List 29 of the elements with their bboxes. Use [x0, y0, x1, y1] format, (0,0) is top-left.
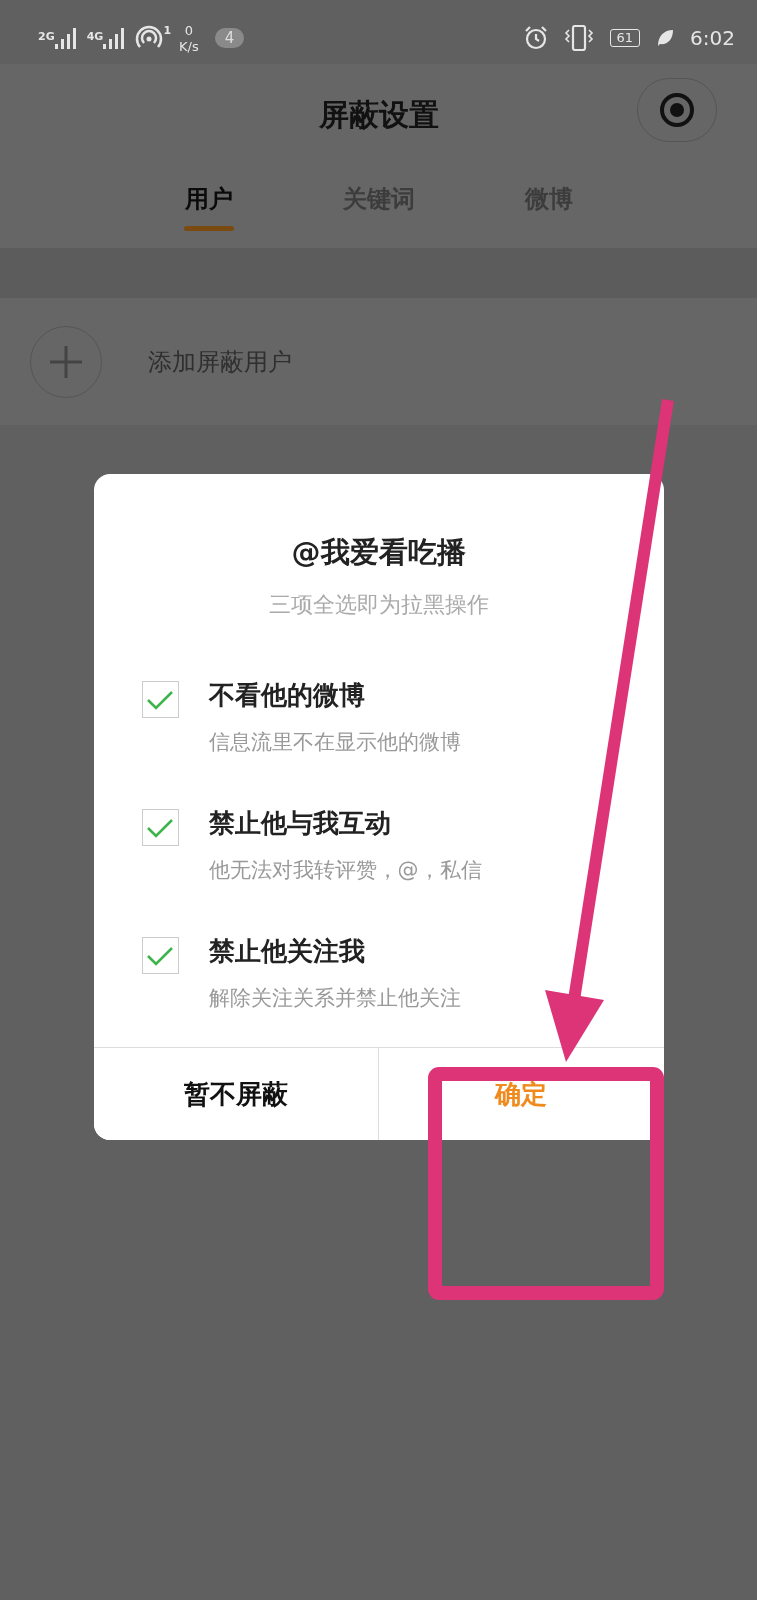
- signal-icon: [54, 27, 79, 49]
- checkbox[interactable]: [141, 809, 179, 846]
- checkbox[interactable]: [141, 937, 179, 974]
- speed-unit: K/s: [179, 39, 199, 53]
- checkmark-icon: [146, 816, 174, 839]
- option-label: 不看他的微博: [208, 679, 366, 712]
- network-type-label: 4G: [86, 31, 104, 42]
- leaf-icon: [656, 28, 675, 48]
- plus-icon: [48, 343, 84, 380]
- option-description: 他无法对我转评赞，@，私信: [208, 857, 482, 884]
- battery-indicator: 61: [609, 29, 641, 47]
- clock-time: 6:02: [690, 25, 735, 52]
- option-label: 禁止他与我互动: [208, 807, 392, 840]
- checkmark-icon: [146, 944, 174, 967]
- option-description: 信息流里不在显示他的微博: [208, 729, 461, 756]
- network-type-label: 2G: [38, 31, 55, 42]
- dialog-subtitle: 三项全选即为拉黑操作: [267, 591, 490, 619]
- option-label: 禁止他关注我: [208, 935, 366, 968]
- vibrate-icon: [563, 25, 594, 51]
- checkmark-icon: [146, 688, 174, 711]
- dialog-title: @我爱看吃播: [290, 534, 467, 571]
- checkbox[interactable]: [141, 681, 179, 718]
- hotspot-count: 1: [163, 25, 172, 36]
- alarm-icon: [523, 26, 548, 50]
- page-title: 屏蔽设置: [318, 96, 439, 134]
- notification-count: 4: [214, 28, 245, 48]
- speed-value: 0: [184, 23, 193, 37]
- option-description: 解除关注关系并禁止他关注: [208, 985, 461, 1012]
- record-icon: [657, 90, 697, 130]
